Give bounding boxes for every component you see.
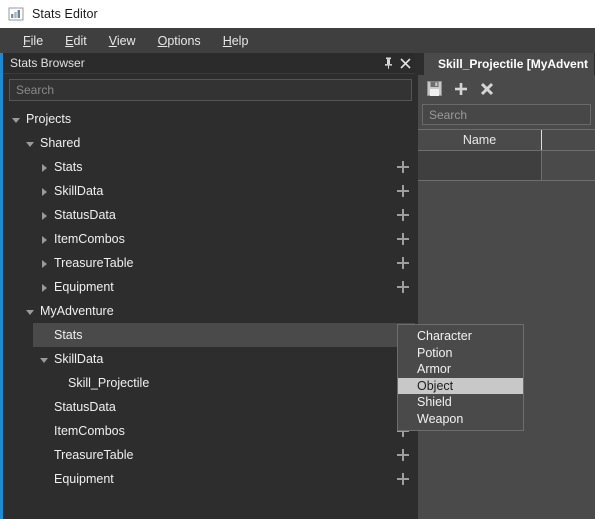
- context-menu[interactable]: Character Potion Armor Object Shield Weapon: [397, 324, 524, 431]
- menu-bar: File Edit View Options Help: [0, 28, 595, 53]
- save-icon[interactable]: [426, 80, 443, 97]
- tree-item-label: Equipment: [54, 280, 114, 294]
- menu-edit[interactable]: Edit: [54, 31, 98, 51]
- editor-tab-strip: Skill_Projectile [MyAdvent: [418, 53, 595, 75]
- grid-cell-name[interactable]: [418, 151, 542, 180]
- tree-item-itemcombos[interactable]: ItemCombos: [3, 419, 418, 443]
- add-treasuretable-button[interactable]: [396, 256, 410, 270]
- tree-item-shared[interactable]: Shared: [3, 131, 418, 155]
- tree-item-label: MyAdventure: [40, 304, 114, 318]
- tree-item-label: Shared: [40, 136, 81, 150]
- context-menu-item-potion[interactable]: Potion: [398, 345, 523, 362]
- table-row[interactable]: [418, 151, 595, 181]
- title-bar: Stats Editor: [0, 0, 595, 28]
- context-menu-item-character[interactable]: Character: [398, 328, 523, 345]
- grid-cell-extra[interactable]: [542, 151, 595, 180]
- tree-item-projects[interactable]: Projects: [3, 107, 418, 131]
- chevron-down-icon[interactable]: [24, 305, 37, 318]
- tree-item-label: TreasureTable: [54, 448, 134, 462]
- tree-item-stats[interactable]: Stats: [33, 323, 418, 347]
- tree-item-label: Projects: [26, 112, 72, 126]
- tab-label: Skill_Projectile [MyAdvent: [438, 57, 589, 71]
- tree-item-statusdata[interactable]: StatusData: [3, 395, 418, 419]
- tree-item-stats[interactable]: Stats: [3, 155, 418, 179]
- tab-skill-projectile[interactable]: Skill_Projectile [MyAdvent: [424, 53, 595, 75]
- tree-item-myadventure[interactable]: MyAdventure: [3, 299, 418, 323]
- tree-item-skilldata[interactable]: SkillData: [3, 347, 418, 371]
- tree-item-itemcombos[interactable]: ItemCombos: [3, 227, 418, 251]
- tree-item-treasuretable[interactable]: TreasureTable: [3, 443, 418, 467]
- tree-item-label: StatusData: [54, 208, 116, 222]
- window-title: Stats Editor: [32, 7, 98, 21]
- editor-search-container: [418, 102, 595, 129]
- context-menu-item-weapon[interactable]: Weapon: [398, 411, 523, 428]
- tree-item-label: TreasureTable: [54, 256, 134, 270]
- chevron-down-icon[interactable]: [24, 137, 37, 150]
- tree-item-label: SkillData: [54, 184, 104, 198]
- stats-browser-header: Stats Browser: [3, 53, 418, 74]
- editor-panel: Skill_Projectile [MyAdvent Search Name: [418, 53, 595, 519]
- menu-file[interactable]: File: [12, 31, 54, 51]
- search-input[interactable]: [9, 79, 412, 101]
- stats-browser-panel: Stats Browser Projects Shared Stats SkillDa…: [3, 53, 418, 519]
- bar-chart-icon: [8, 6, 24, 22]
- tree-item-label: Equipment: [54, 472, 114, 486]
- tree-item-label: ItemCombos: [54, 232, 125, 246]
- tree-item-equipment[interactable]: Equipment: [3, 275, 418, 299]
- add-stats-button[interactable]: [396, 160, 410, 174]
- context-menu-item-object[interactable]: Object: [398, 377, 523, 394]
- plus-icon[interactable]: [452, 80, 469, 97]
- tree-item-label: StatusData: [54, 400, 116, 414]
- stats-browser-title: Stats Browser: [10, 56, 85, 70]
- column-header-name[interactable]: Name: [418, 130, 542, 150]
- close-icon[interactable]: [397, 55, 414, 72]
- app-window: Stats Editor File Edit View Options Help…: [0, 0, 595, 519]
- menu-view[interactable]: View: [98, 31, 147, 51]
- grid-header: Name: [418, 129, 595, 151]
- tree-item-label: Stats: [54, 160, 83, 174]
- add-equipment-button[interactable]: [396, 472, 410, 486]
- tree-item-label: Stats: [54, 328, 83, 342]
- tree-item-treasuretable[interactable]: TreasureTable: [3, 251, 418, 275]
- chevron-down-icon[interactable]: [10, 113, 23, 126]
- chevron-right-icon[interactable]: [38, 209, 51, 222]
- chevron-down-icon[interactable]: [38, 353, 51, 366]
- chevron-right-icon[interactable]: [38, 185, 51, 198]
- tree-item-statusdata[interactable]: StatusData: [3, 203, 418, 227]
- delete-x-icon[interactable]: [478, 80, 495, 97]
- menu-help[interactable]: Help: [212, 31, 260, 51]
- chevron-right-icon[interactable]: [38, 257, 51, 270]
- tree-item-label: Skill_Projectile: [68, 376, 150, 390]
- tree-item-label: SkillData: [54, 352, 104, 366]
- browser-search-container: [3, 74, 418, 105]
- tree-item-skill-projectile[interactable]: Skill_Projectile: [3, 371, 418, 395]
- tree-item-label: ItemCombos: [54, 424, 125, 438]
- menu-options[interactable]: Options: [147, 31, 212, 51]
- column-header-extra[interactable]: [542, 130, 595, 150]
- chevron-right-icon[interactable]: [38, 161, 51, 174]
- context-menu-item-shield[interactable]: Shield: [398, 394, 523, 411]
- add-equipment-button[interactable]: [396, 280, 410, 294]
- tree-item-skilldata[interactable]: SkillData: [3, 179, 418, 203]
- pin-icon[interactable]: [380, 55, 397, 72]
- add-treasuretable-button[interactable]: [396, 448, 410, 462]
- chevron-right-icon[interactable]: [38, 233, 51, 246]
- editor-search-input[interactable]: [422, 104, 591, 125]
- context-menu-item-armor[interactable]: Armor: [398, 361, 523, 378]
- stats-tree[interactable]: Projects Shared Stats SkillData StatusData It…: [3, 105, 418, 519]
- add-skilldata-button[interactable]: [396, 184, 410, 198]
- chevron-right-icon[interactable]: [38, 281, 51, 294]
- add-statusdata-button[interactable]: [396, 208, 410, 222]
- tree-item-equipment[interactable]: Equipment: [3, 467, 418, 491]
- editor-toolbar: [418, 75, 595, 102]
- add-itemcombos-button[interactable]: [396, 232, 410, 246]
